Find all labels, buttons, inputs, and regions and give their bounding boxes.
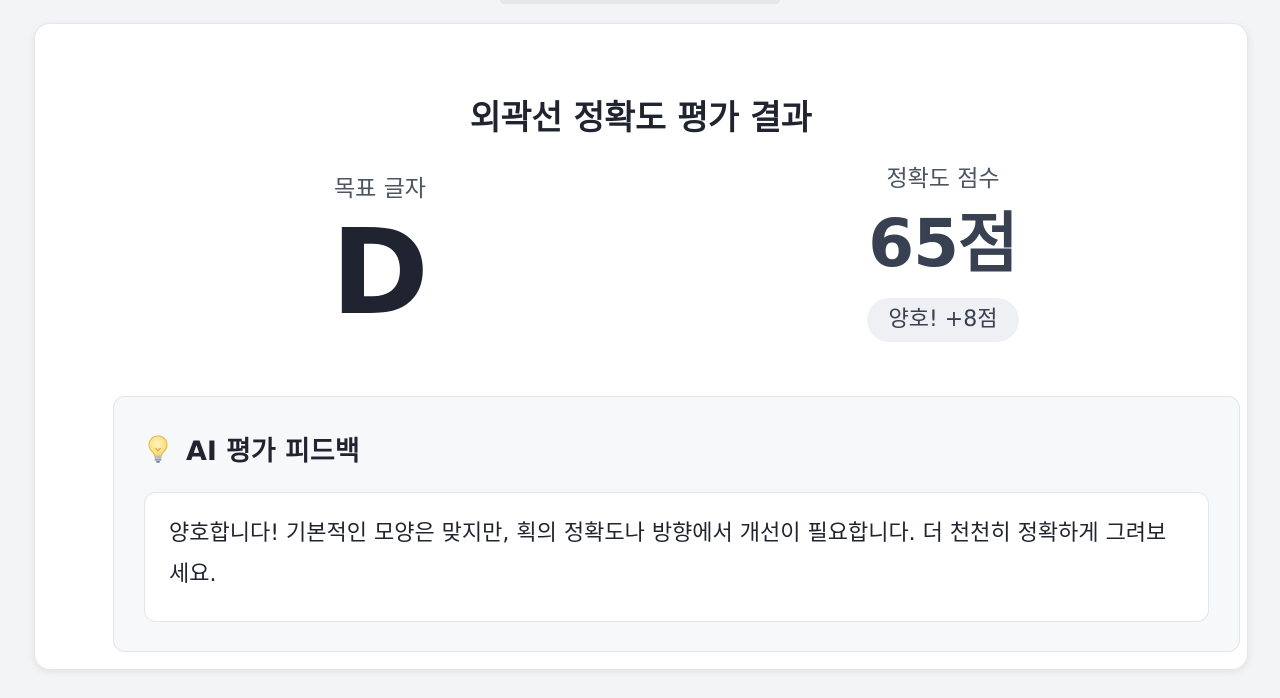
target-letter: D — [331, 203, 429, 341]
score-section: 정확도 점수 65점 양호! +8점 — [803, 164, 1083, 342]
feedback-title: AI 평가 피드백 — [186, 436, 360, 467]
feedback-header: AI 평가 피드백 — [146, 429, 360, 468]
evaluation-card: 외곽선 정확도 평가 결과 목표 글자 D 정확도 점수 65점 양호! +8점 — [34, 23, 1248, 670]
lightbulb-icon — [146, 434, 170, 464]
page-title: 외곽선 정확도 평가 결과 — [470, 98, 812, 138]
top-strip — [500, 0, 780, 4]
score-badge: 양호! +8점 — [866, 298, 1020, 342]
target-section: 목표 글자 D — [240, 174, 520, 332]
score-value: 65점 — [868, 205, 1019, 282]
score-label: 정확도 점수 — [886, 166, 1000, 192]
feedback-panel: AI 평가 피드백 양호합니다! 기본적인 모양은 맞지만, 획의 정확도나 방… — [113, 396, 1240, 652]
feedback-message: 양호합니다! 기본적인 모양은 맞지만, 획의 정확도나 방향에서 개선이 필요… — [169, 521, 1167, 587]
feedback-message-box: 양호합니다! 기본적인 모양은 맞지만, 획의 정확도나 방향에서 개선이 필요… — [144, 492, 1209, 622]
target-label: 목표 글자 — [334, 176, 426, 202]
